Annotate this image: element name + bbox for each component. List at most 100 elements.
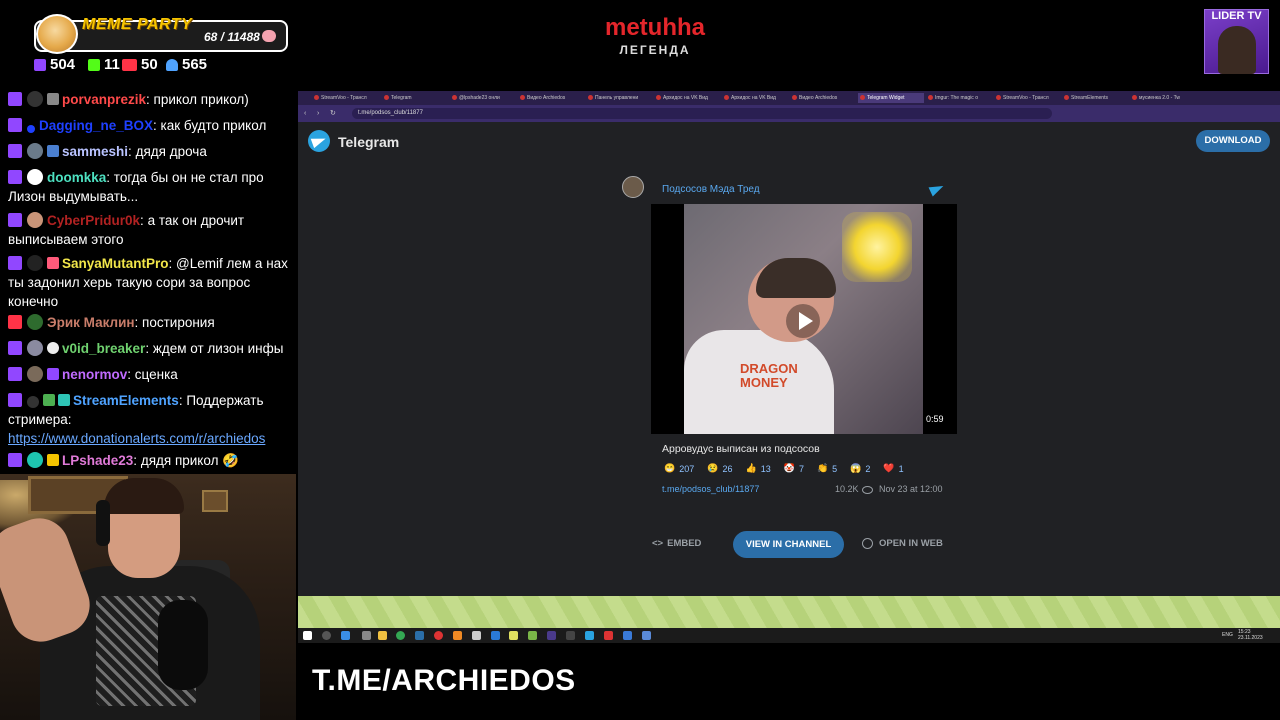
back-icon[interactable]: ‹ — [304, 110, 311, 117]
browser-tab[interactable]: @lpshade23 онли — [450, 93, 516, 103]
channel-name[interactable]: Подсосов Мэда Тред — [662, 184, 760, 195]
chrome-icon[interactable] — [396, 631, 405, 640]
reaction[interactable]: 😢 26 — [707, 463, 732, 474]
checkmark-badge-icon — [43, 394, 55, 406]
chat-text: сценка — [131, 367, 178, 382]
app-icon[interactable] — [528, 631, 537, 640]
twitch-icon — [8, 170, 22, 184]
browser-tab[interactable]: Telegram — [382, 93, 448, 103]
avatar — [27, 396, 39, 408]
viewer-stat-kick: 11 — [88, 56, 120, 73]
reload-icon[interactable]: ↻ — [330, 110, 337, 117]
browser-tab[interactable]: StreamElements — [1062, 93, 1128, 103]
twitch-icon — [8, 213, 22, 227]
reaction[interactable]: ❤️ 1 — [883, 463, 903, 474]
open-in-web-button[interactable]: OPEN IN WEB — [862, 538, 943, 549]
download-button[interactable]: DOWNLOAD — [1196, 130, 1270, 152]
stream-title: metuhha — [604, 14, 705, 41]
browser-tab[interactable]: Панель управлени — [586, 93, 652, 103]
forward-icon[interactable]: › — [317, 110, 324, 117]
chat-username: v0id_breaker — [62, 341, 146, 356]
explorer-icon[interactable] — [378, 631, 387, 640]
reaction[interactable]: 😱 2 — [850, 463, 870, 474]
viewer-count-vk: 50 — [141, 56, 158, 73]
url-input[interactable]: t.me/podsos_club/11877 — [352, 108, 1052, 119]
chat-message: porvanprezik: прикол прикол) — [8, 90, 292, 109]
reaction-count: 207 — [679, 463, 695, 474]
avatar — [27, 91, 43, 107]
app-icon[interactable] — [623, 631, 632, 640]
chat-username: doomkka — [47, 170, 107, 185]
twitch-icon — [8, 393, 22, 407]
chat-text: прикол прикол) — [149, 92, 249, 107]
lider-tv-avatar — [1218, 26, 1256, 74]
chat-username: Dagging_ne_BOX — [39, 118, 154, 133]
chat-username: sammeshi — [62, 144, 129, 159]
post-link[interactable]: t.me/podsos_club/11877 — [662, 484, 759, 494]
avatar — [27, 212, 43, 228]
badge-icon — [47, 93, 59, 105]
browser-tab[interactable]: StreamVoo - Трансл — [312, 93, 378, 103]
taskview-icon[interactable] — [341, 631, 350, 640]
browser-tab[interactable]: Архидос на VK Вид — [722, 93, 788, 103]
browser-tab[interactable]: Imgur: The magic o — [926, 93, 992, 103]
vlc-icon[interactable] — [453, 631, 462, 640]
browser-tab[interactable]: Видео Archiedos — [790, 93, 856, 103]
obs-icon[interactable] — [434, 631, 443, 640]
reactions-bar: 😁 207 😢 26 👍 13 🤡 7 👏 5 😱 2 ❤️ 1 — [664, 463, 917, 474]
telegram-pattern-background — [298, 596, 1280, 628]
app-icon[interactable] — [642, 631, 651, 640]
lider-tv-label: LIDER TV — [1211, 10, 1262, 22]
stream-subtitle: ЛЕГЕНДА — [619, 43, 691, 57]
viewer-count-total: 565 — [182, 56, 208, 73]
browser-tab-active[interactable]: Telegram Widget — [858, 93, 924, 103]
reaction-count: 5 — [832, 463, 838, 474]
reaction-emoji: 👍 — [745, 463, 757, 473]
browser-tab[interactable]: StreamVoo - Трансл — [994, 93, 1060, 103]
reaction-count: 1 — [898, 463, 904, 474]
language-indicator[interactable]: ENG — [1222, 632, 1233, 638]
browser-tab[interactable]: Архидос на VK Вид — [654, 93, 720, 103]
embed-button[interactable]: <> EMBED — [652, 538, 701, 549]
taskbar-clock[interactable]: 15:23 23.11.2023 — [1238, 629, 1263, 641]
view-in-channel-button[interactable]: VIEW IN CHANNEL — [733, 531, 844, 558]
chat-message: v0id_breaker: ждем от лизон инфы — [8, 339, 292, 358]
app-icon[interactable] — [547, 631, 556, 640]
windows-start-icon[interactable] — [303, 631, 312, 640]
kick-icon — [88, 58, 100, 71]
channel-avatar[interactable] — [622, 176, 644, 198]
reaction-emoji: 🤡 — [783, 463, 795, 473]
telegram-brand[interactable]: Telegram — [338, 134, 399, 150]
chat-text: дядя прикол 🤣 — [137, 453, 240, 468]
post-date[interactable]: Nov 23 at 12:00 — [879, 484, 943, 494]
reaction-emoji: 😢 — [707, 463, 719, 473]
reaction[interactable]: 🤡 7 — [784, 463, 804, 474]
app-icon[interactable] — [566, 631, 575, 640]
avatar — [27, 255, 43, 271]
app-icon[interactable] — [362, 631, 371, 640]
reaction[interactable]: 😁 207 — [664, 463, 694, 474]
reaction[interactable]: 👍 13 — [745, 463, 770, 474]
twitch-icon — [8, 256, 22, 270]
webcam-streamer-hair — [104, 478, 184, 514]
search-icon[interactable] — [322, 631, 331, 640]
browser-tab[interactable]: мусиенка 2.0 - Tw — [1130, 93, 1196, 103]
avatar — [27, 125, 35, 133]
app-icon[interactable] — [472, 631, 481, 640]
app-icon[interactable] — [604, 631, 613, 640]
browser-tab[interactable]: Видео Archiedos — [518, 93, 584, 103]
clock-date: 23.11.2023 — [1238, 635, 1263, 641]
video-shirt-text: DRAGON MONEY — [740, 361, 798, 390]
headphones-icon — [96, 500, 110, 546]
app-icon[interactable] — [415, 631, 424, 640]
telegram-taskbar-icon[interactable] — [585, 631, 594, 640]
reaction[interactable]: 👏 5 — [817, 463, 837, 474]
chat-message: Dagging_ne_BOX: как будто прикол — [8, 116, 292, 135]
embed-label: EMBED — [667, 538, 702, 549]
app-icon[interactable] — [491, 631, 500, 640]
app-icon[interactable] — [509, 631, 518, 640]
reaction-count: 7 — [798, 463, 804, 474]
twitch-icon — [8, 341, 22, 355]
donation-link[interactable]: https://www.donationalerts.com/r/archied… — [8, 431, 265, 446]
eye-icon — [862, 486, 873, 494]
